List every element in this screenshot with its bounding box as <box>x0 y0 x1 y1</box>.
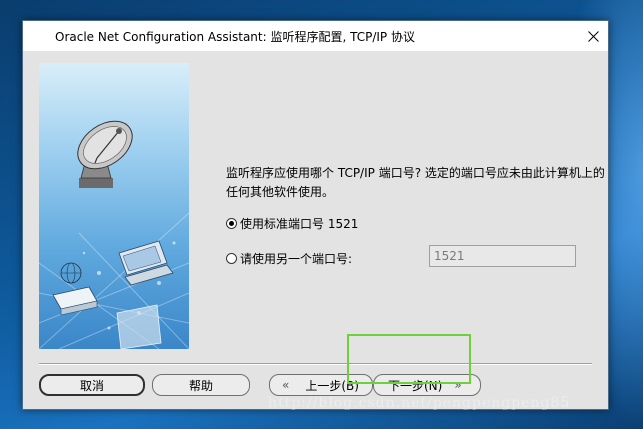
dialog-separator <box>39 363 592 365</box>
next-button[interactable]: 下一步(N) » <box>373 374 481 396</box>
port-number-input[interactable] <box>429 245 576 267</box>
back-button-label: 上一步(B) <box>305 378 359 393</box>
satellite-network-illustration <box>39 120 189 349</box>
other-port-label: 请使用另一个端口号: <box>240 252 353 266</box>
other-port-radio[interactable] <box>226 253 237 264</box>
standard-port-label: 使用标准端口号 1521 <box>240 217 359 231</box>
port-question-text: 监听程序应使用哪个 TCP/IP 端口号? 选定的端口号应未由此计算机上的任何其… <box>226 166 605 199</box>
cancel-button[interactable]: 取消 <box>39 374 145 396</box>
close-button[interactable] <box>578 21 608 51</box>
back-button[interactable]: « 上一步(B) <box>269 374 373 396</box>
dialog-client: 监听程序应使用哪个 TCP/IP 端口号? 选定的端口号应未由此计算机上的任何其… <box>23 51 608 409</box>
standard-port-radio[interactable] <box>226 218 237 229</box>
title-bar[interactable]: Oracle Net Configuration Assistant: 监听程序… <box>23 21 608 51</box>
dialog-window: Oracle Net Configuration Assistant: 监听程序… <box>22 20 609 410</box>
folder-icon <box>116 304 162 349</box>
printer-icon <box>52 286 98 316</box>
satellite-dish-icon <box>77 120 133 188</box>
help-button[interactable]: 帮助 <box>152 374 250 396</box>
help-button-label: 帮助 <box>188 378 213 393</box>
computer-icon <box>118 240 174 286</box>
close-icon <box>587 30 599 42</box>
other-port-option[interactable]: 请使用另一个端口号: <box>226 250 352 267</box>
cancel-button-label: 取消 <box>79 378 104 393</box>
wizard-side-image <box>39 63 189 349</box>
globe-icon <box>60 262 82 284</box>
back-chevron-icon: « <box>282 378 290 392</box>
window-title: Oracle Net Configuration Assistant: 监听程序… <box>55 29 415 44</box>
standard-port-option[interactable]: 使用标准端口号 1521 <box>226 215 358 232</box>
next-chevron-icon: » <box>454 378 462 392</box>
watermark-text: http://blog.csdn.net/pengpengpeng85 <box>268 395 571 411</box>
next-button-label: 下一步(N) <box>388 378 443 393</box>
